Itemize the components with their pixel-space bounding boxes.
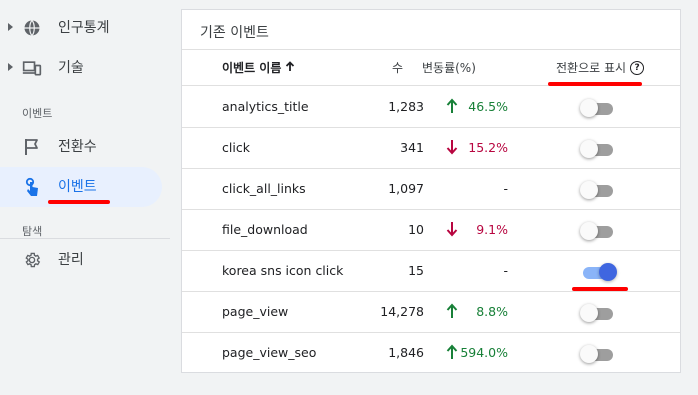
table-row: page_view 14,278 8.8% [182,292,680,333]
event-name[interactable]: click_all_links [222,181,306,197]
column-header-count[interactable]: 수 [392,60,403,76]
sidebar-item-tech[interactable]: 기술 [0,48,162,88]
event-name[interactable]: click [222,140,250,156]
event-count: 1,846 [388,345,424,360]
sidebar-item-label: 전환수 [58,139,97,155]
touch-icon [22,177,42,197]
divider [0,238,170,239]
arrow-down-icon [446,221,458,239]
arrow-up-icon [446,303,458,321]
sidebar-item-label: 기술 [58,60,84,76]
event-change: 9.1% [476,222,508,237]
event-name[interactable]: page_view_seo [222,345,316,361]
sort-arrow-up-icon[interactable] [285,60,295,76]
column-header-conversion-label: 전환으로 표시 [556,61,627,75]
table-row: click_all_links 1,097 - [182,169,680,210]
event-change: - [503,181,508,196]
table-row: korea sns icon click 15 - [182,251,680,292]
event-count: 1,283 [388,99,424,114]
event-change: 15.2% [468,140,508,155]
event-count: 1,097 [388,181,424,196]
sidebar-item-conversions[interactable]: 전환수 [0,127,162,167]
toggle-knob [580,345,598,363]
arrow-up-icon [446,344,458,362]
sidebar: 인구통계 기술 이벤트 전환수 이벤트 탐색 관리 [0,0,170,395]
column-header-name[interactable]: 이벤트 이름 [222,60,295,76]
section-label-events: 이벤트 [22,107,53,120]
card-title: 기존 이벤트 [200,25,269,41]
event-count: 341 [400,140,424,155]
sidebar-item-admin[interactable]: 관리 [0,240,162,280]
conversion-toggle[interactable] [580,140,616,158]
table-row: analytics_title 1,283 46.5% [182,87,680,128]
event-count: 10 [408,222,424,237]
globe-icon [22,18,42,38]
flag-icon [22,137,42,157]
sidebar-item-label: 관리 [58,252,84,268]
event-change: 46.5% [468,99,508,114]
event-change: 8.8% [476,304,508,319]
toggle-knob [580,140,598,158]
conversion-toggle[interactable] [580,304,616,322]
column-header-change[interactable]: 변동률(%) [422,60,476,76]
expand-arrow-icon[interactable] [8,63,13,71]
table-row: file_download 10 9.1% [182,210,680,251]
sidebar-item-label: 인구통계 [58,20,110,36]
section-label-explore: 탐색 [22,225,43,238]
toggle-knob [580,304,598,322]
expand-arrow-icon[interactable] [8,23,13,31]
table-header: 이벤트 이름 수 변동률(%) 전환으로 표시 ? [182,50,680,86]
conversion-toggle[interactable] [580,222,616,240]
event-change: - [503,263,508,278]
event-count: 15 [408,263,424,278]
devices-icon [22,58,42,78]
annotation-underline [48,200,110,204]
event-name[interactable]: file_download [222,222,308,238]
event-change: 594.0% [460,345,508,360]
conversion-toggle[interactable] [580,99,616,117]
event-name[interactable]: page_view [222,304,288,320]
sidebar-item-label: 이벤트 [58,179,97,195]
annotation-underline [548,82,642,86]
arrow-up-icon [446,98,458,116]
conversion-toggle[interactable] [580,345,616,363]
event-count: 14,278 [380,304,424,319]
conversion-toggle[interactable] [580,181,616,199]
toggle-knob [580,222,598,240]
column-header-conversion[interactable]: 전환으로 표시 ? [556,60,645,76]
toggle-knob [580,181,598,199]
conversion-toggle[interactable] [580,263,617,281]
toggle-knob [580,99,598,117]
event-name[interactable]: korea sns icon click [222,263,343,279]
column-header-name-label: 이벤트 이름 [222,61,282,75]
annotation-underline [572,287,628,291]
gear-icon [22,250,42,270]
help-icon[interactable]: ? [630,61,645,75]
sidebar-item-demographics[interactable]: 인구통계 [0,8,162,48]
card-header: 기존 이벤트 [182,10,680,50]
table-row: page_view_seo 1,846 594.0% [182,333,680,374]
table-row: click 341 15.2% [182,128,680,169]
arrow-down-icon [446,139,458,157]
toggle-knob [599,263,617,281]
existing-events-card: 기존 이벤트 이벤트 이름 수 변동률(%) 전환으로 표시 ? analyti… [181,9,681,373]
event-name[interactable]: analytics_title [222,99,309,115]
